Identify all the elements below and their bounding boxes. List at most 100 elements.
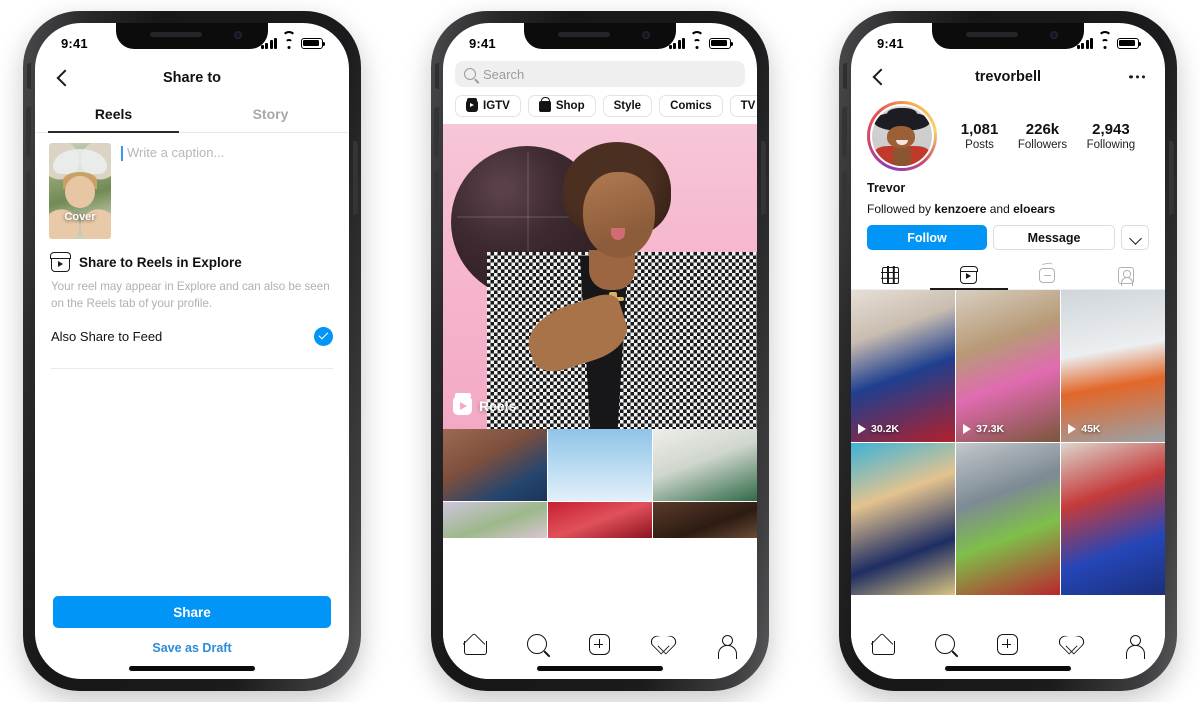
profile-content-tabs (851, 261, 1165, 290)
also-share-to-feed-row[interactable]: Also Share to Feed (35, 326, 349, 346)
explore-thumbnail[interactable] (548, 502, 652, 539)
hero-face (583, 172, 655, 258)
power-button[interactable] (1169, 141, 1174, 215)
checkmark-icon[interactable] (314, 326, 333, 346)
search-icon[interactable] (935, 634, 955, 654)
power-button[interactable] (353, 141, 358, 215)
profile-icon[interactable] (1124, 634, 1145, 659)
reel-view-count: 30.2K (858, 423, 899, 435)
cover-art-face (65, 175, 95, 209)
stat-posts[interactable]: 1,081 Posts (961, 121, 999, 151)
tab-reels[interactable]: Reels (35, 97, 192, 133)
save-as-draft-button[interactable]: Save as Draft (53, 641, 331, 655)
cover-thumbnail[interactable]: Cover (49, 143, 111, 239)
home-indicator[interactable] (945, 666, 1071, 671)
phone3-screen: 9:41 trevorbell 1,081 Posts 226k Followe… (851, 23, 1165, 679)
home-indicator[interactable] (129, 666, 255, 671)
reel-thumbnail[interactable]: 30.2K (851, 290, 955, 442)
explore-thumbnail[interactable] (443, 502, 547, 539)
chevron-down-icon[interactable] (1121, 225, 1149, 250)
stat-followers[interactable]: 226k Followers (1018, 121, 1067, 151)
stat-following[interactable]: 2,943 Following (1087, 121, 1136, 151)
profile-icon[interactable] (716, 634, 737, 659)
avatar[interactable] (867, 101, 937, 171)
reels-icon (453, 393, 472, 415)
chip-shop[interactable]: Shop (527, 95, 596, 117)
mutual-user-1[interactable]: kenzoere (934, 202, 986, 216)
battery-icon (301, 37, 326, 49)
caption-placeholder: Write a caption... (127, 145, 225, 160)
category-chip-row[interactable]: IGTV Shop Style Comics TV & Movie (443, 87, 757, 124)
follow-button[interactable]: Follow (867, 225, 987, 250)
reel-thumbnail[interactable] (1061, 443, 1165, 596)
home-icon[interactable] (464, 634, 487, 655)
search-input[interactable]: Search (455, 61, 745, 87)
status-icons (668, 30, 734, 49)
reels-badge: Reels (453, 393, 516, 415)
caption-input[interactable]: Write a caption... (121, 143, 335, 239)
play-icon (963, 424, 972, 434)
activity-icon[interactable] (652, 634, 674, 654)
mutual-user-2[interactable]: eloears (1013, 202, 1055, 216)
tab-igtv[interactable] (1008, 261, 1087, 289)
wifi-icon (282, 30, 296, 49)
tab-grid[interactable] (851, 261, 930, 289)
avatar-image (869, 103, 935, 169)
back-icon[interactable] (55, 71, 69, 85)
home-icon[interactable] (872, 634, 895, 655)
home-indicator[interactable] (537, 666, 663, 671)
reel-thumbnail[interactable]: 45K (1061, 290, 1165, 442)
search-icon[interactable] (527, 634, 547, 654)
create-icon[interactable] (589, 634, 610, 655)
chip-tv-and-movies[interactable]: TV & Movie (729, 95, 757, 117)
explore-grid (443, 429, 757, 539)
phone1-screen: 9:41 Share to Reels Story Cover Write a … (35, 23, 349, 679)
notch (116, 23, 268, 49)
share-destination-tabs: Reels Story (35, 97, 349, 133)
front-camera (1050, 31, 1058, 39)
explore-featured-reel[interactable]: Reels (443, 124, 757, 429)
phone1-footer: Share Save as Draft (35, 596, 349, 657)
share-button[interactable]: Share (53, 596, 331, 628)
activity-icon[interactable] (1060, 634, 1082, 654)
tab-story[interactable]: Story (192, 97, 349, 132)
explore-thumbnail[interactable] (653, 429, 757, 501)
status-icons (1076, 30, 1142, 49)
reels-icon (50, 252, 71, 272)
explore-thumbnail[interactable] (653, 502, 757, 539)
explore-thumbnail[interactable] (548, 429, 652, 501)
status-icons (260, 30, 326, 49)
volume-down-button[interactable] (434, 171, 439, 221)
battery-icon (1117, 37, 1142, 49)
back-icon[interactable] (871, 70, 885, 84)
chip-label: Style (613, 100, 642, 112)
speaker-grille (558, 32, 610, 37)
message-button[interactable]: Message (993, 225, 1115, 250)
text-caret (121, 146, 123, 161)
share-to-explore-header: Share to Reels in Explore (50, 252, 333, 272)
chip-style[interactable]: Style (602, 95, 653, 117)
volume-down-button[interactable] (842, 171, 847, 221)
profile-stats: 1,081 Posts 226k Followers 2,943 Followi… (951, 121, 1149, 151)
tab-reels[interactable] (929, 261, 1009, 290)
speaker-grille (966, 32, 1018, 37)
volume-up-button[interactable] (26, 107, 31, 157)
phone-share-to: 9:41 Share to Reels Story Cover Write a … (23, 11, 361, 691)
chip-comics[interactable]: Comics (659, 95, 723, 117)
reel-thumbnail[interactable] (851, 443, 955, 596)
volume-down-button[interactable] (26, 171, 31, 221)
avatar-chest (893, 148, 911, 167)
create-icon[interactable] (997, 634, 1018, 655)
explore-thumbnail[interactable] (443, 429, 547, 501)
power-button[interactable] (761, 141, 766, 215)
more-options-icon[interactable] (1129, 75, 1145, 79)
stat-label: Followers (1017, 139, 1068, 151)
view-count-value: 45K (1081, 423, 1101, 435)
reel-thumbnail[interactable]: 37.3K (956, 290, 1060, 442)
volume-up-button[interactable] (434, 107, 439, 157)
reel-thumbnail[interactable] (956, 443, 1060, 596)
volume-up-button[interactable] (842, 107, 847, 157)
speaker-grille (150, 32, 202, 37)
chip-igtv[interactable]: IGTV (455, 95, 521, 117)
tab-tagged[interactable] (1087, 261, 1166, 289)
